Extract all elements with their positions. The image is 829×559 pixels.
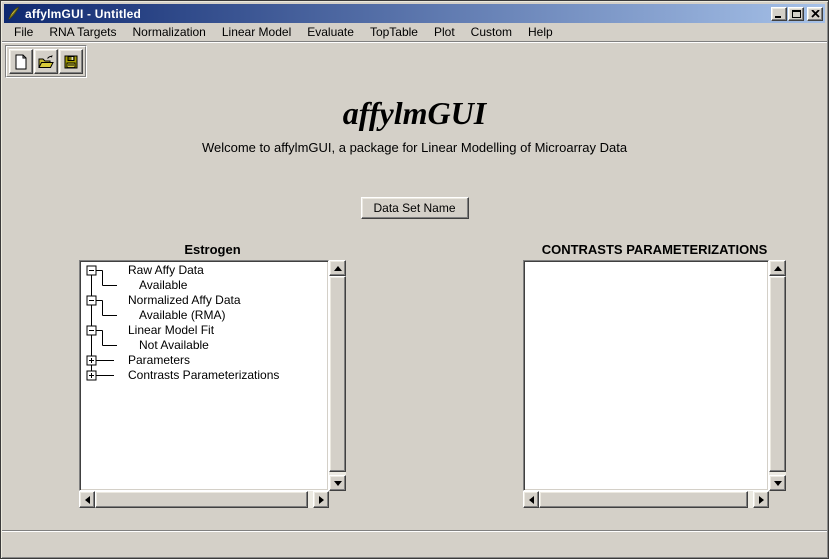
tree-item-raw-affy-data[interactable]: Raw Affy Data <box>128 263 204 278</box>
tree-item-fit-status[interactable]: Not Available <box>139 338 209 353</box>
minimize-button[interactable] <box>771 7 787 21</box>
menu-evaluate[interactable]: Evaluate <box>299 24 362 40</box>
scroll-down-button[interactable] <box>769 475 786 491</box>
left-vertical-scrollbar[interactable] <box>329 260 346 491</box>
menu-plot[interactable]: Plot <box>426 24 463 40</box>
scrollbar-thumb[interactable] <box>769 276 786 472</box>
maximize-button[interactable] <box>788 7 804 21</box>
menu-bar: File RNA Targets Normalization Linear Mo… <box>4 23 825 41</box>
scrollbar-thumb[interactable] <box>539 491 748 508</box>
app-feather-icon <box>6 6 21 21</box>
welcome-text: Welcome to affylmGUI, a package for Line… <box>1 140 828 155</box>
save-file-button[interactable] <box>59 49 83 74</box>
right-arrow-icon <box>759 496 764 504</box>
right-horizontal-scrollbar[interactable] <box>523 491 769 508</box>
scroll-right-button[interactable] <box>313 491 329 508</box>
save-floppy-icon <box>63 54 79 70</box>
scrollbar-thumb[interactable] <box>329 276 346 472</box>
open-folder-icon <box>38 54 54 70</box>
scroll-up-button[interactable] <box>769 260 786 276</box>
scroll-down-button[interactable] <box>329 475 346 491</box>
down-arrow-icon <box>774 481 782 486</box>
menu-file[interactable]: File <box>6 24 41 40</box>
scroll-left-button[interactable] <box>79 491 95 508</box>
right-vertical-scrollbar[interactable] <box>769 260 786 491</box>
minimize-icon <box>775 16 781 18</box>
up-arrow-icon <box>334 266 342 271</box>
toolbar <box>5 45 87 78</box>
scroll-right-button[interactable] <box>753 491 769 508</box>
toolbar-frame <box>6 46 86 77</box>
estrogen-tree-listbox[interactable]: Raw Affy Data Available Normalized Affy … <box>79 260 329 491</box>
maximize-icon <box>792 10 801 18</box>
window-controls <box>771 7 823 21</box>
contrasts-listbox[interactable] <box>523 260 769 491</box>
up-arrow-icon <box>774 266 782 271</box>
menu-rna-targets[interactable]: RNA Targets <box>41 24 124 40</box>
open-file-button[interactable] <box>34 49 58 74</box>
right-arrow-icon <box>319 496 324 504</box>
status-bar <box>2 532 827 557</box>
menu-separator <box>2 41 827 43</box>
tree-item-normalized-status[interactable]: Available (RMA) <box>139 308 225 323</box>
dataset-panel: Estrogen <box>79 242 346 508</box>
contrasts-panel: CONTRASTS PARAMETERIZATIONS <box>523 242 786 508</box>
scroll-up-button[interactable] <box>329 260 346 276</box>
left-horizontal-scrollbar[interactable] <box>79 491 329 508</box>
app-window: affylmGUI - Untitled File RNA Targets No… <box>0 0 829 559</box>
down-arrow-icon <box>334 481 342 486</box>
menu-linear-model[interactable]: Linear Model <box>214 24 299 40</box>
tree-item-parameters[interactable]: Parameters <box>128 353 190 368</box>
tree-item-normalized-data[interactable]: Normalized Affy Data <box>128 293 241 308</box>
menu-normalization[interactable]: Normalization <box>125 24 214 40</box>
contrasts-panel-header: CONTRASTS PARAMETERIZATIONS <box>523 242 786 260</box>
close-icon <box>811 10 820 18</box>
new-file-icon <box>13 54 29 70</box>
data-set-name-button[interactable]: Data Set Name <box>360 197 468 219</box>
left-arrow-icon <box>85 496 90 504</box>
dataset-panel-header: Estrogen <box>79 242 346 260</box>
menu-custom[interactable]: Custom <box>463 24 520 40</box>
new-file-button[interactable] <box>9 49 33 74</box>
menu-toptable[interactable]: TopTable <box>362 24 426 40</box>
page-title: affylmGUI <box>1 95 828 132</box>
left-arrow-icon <box>529 496 534 504</box>
title-bar[interactable]: affylmGUI - Untitled <box>4 4 825 23</box>
scrollbar-thumb[interactable] <box>95 491 308 508</box>
menu-help[interactable]: Help <box>520 24 561 40</box>
window-title: affylmGUI - Untitled <box>25 7 141 21</box>
tree-item-contrasts-param[interactable]: Contrasts Parameterizations <box>128 368 279 383</box>
scroll-left-button[interactable] <box>523 491 539 508</box>
tree-item-raw-status[interactable]: Available <box>139 278 187 293</box>
tree-item-linear-model-fit[interactable]: Linear Model Fit <box>128 323 214 338</box>
close-button[interactable] <box>807 7 823 21</box>
